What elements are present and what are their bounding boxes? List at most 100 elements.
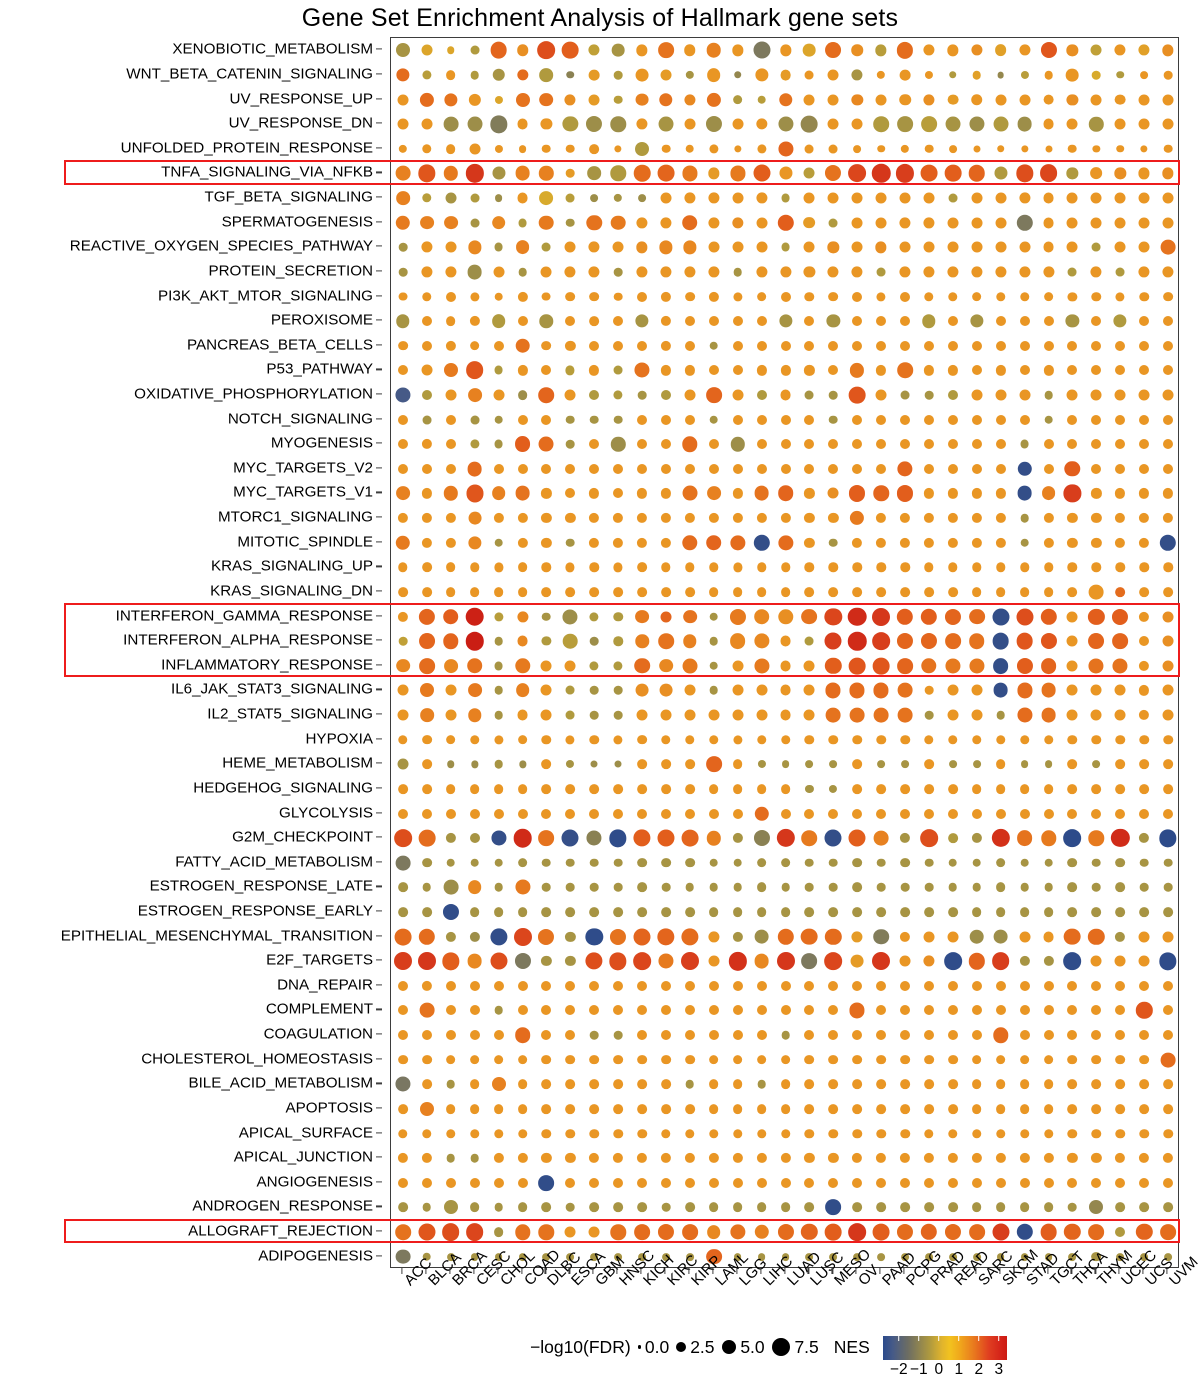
dot	[517, 587, 528, 597]
dot	[1163, 1104, 1173, 1114]
dot	[1115, 1177, 1126, 1188]
dot	[1067, 784, 1078, 794]
dot	[541, 808, 552, 819]
dot	[1092, 858, 1101, 868]
dot	[753, 164, 771, 182]
dot	[991, 952, 1010, 971]
dot	[706, 92, 721, 107]
dot	[565, 1104, 576, 1114]
dot	[493, 562, 504, 572]
dot	[824, 607, 842, 626]
dot	[1067, 340, 1078, 351]
y-tick-label: EPITHELIAL_MESENCHYMAL_TRANSITION	[60, 927, 373, 945]
dot	[780, 1054, 791, 1065]
y-tick-label: APICAL_JUNCTION	[233, 1148, 373, 1166]
dot	[709, 686, 719, 695]
dot	[396, 486, 410, 501]
dot	[613, 1054, 623, 1065]
dot	[995, 759, 1006, 770]
y-tick-label: XENOBIOTIC_METABOLISM	[172, 40, 373, 58]
dot	[852, 1128, 862, 1139]
y-axis: XENOBIOTIC_METABOLISM WNT_BETA_CATENIN_SI…	[0, 37, 382, 1268]
dot	[924, 562, 934, 573]
dot	[923, 217, 935, 229]
dot	[804, 316, 815, 327]
dot	[684, 980, 695, 991]
nes-tick	[897, 1336, 900, 1341]
dot	[660, 1153, 672, 1164]
dot	[445, 316, 456, 326]
dot	[421, 266, 433, 278]
dot	[897, 461, 913, 477]
dot	[708, 1079, 719, 1090]
dot	[443, 486, 458, 501]
dot	[969, 116, 985, 132]
dot	[804, 1054, 815, 1065]
dot	[899, 931, 911, 942]
dot	[1163, 365, 1174, 376]
dot	[589, 537, 600, 548]
dot	[517, 734, 528, 745]
dot	[947, 365, 958, 376]
dot	[944, 165, 962, 182]
dot	[684, 463, 695, 474]
x-tick-mark	[640, 1268, 642, 1274]
dot	[1067, 1128, 1078, 1139]
dot	[756, 587, 767, 597]
dot	[541, 562, 552, 573]
dot	[900, 1128, 910, 1139]
dot	[614, 145, 622, 153]
dot	[610, 165, 626, 182]
dot	[1115, 1030, 1126, 1041]
y-tick-mark	[376, 885, 382, 887]
dot	[565, 710, 575, 720]
dot	[1163, 1202, 1173, 1213]
dot	[781, 242, 790, 252]
dot	[684, 44, 696, 57]
dot	[421, 241, 433, 253]
dot	[1163, 414, 1174, 425]
dot	[708, 463, 719, 474]
dot	[705, 756, 722, 773]
dot	[613, 1005, 624, 1016]
dot	[778, 166, 793, 180]
dot	[659, 240, 673, 254]
dot	[828, 1177, 839, 1188]
dot	[613, 1128, 623, 1139]
y-tick-label: HEME_METABOLISM	[222, 754, 373, 772]
dot	[585, 952, 603, 970]
dot	[1043, 463, 1054, 474]
dot	[709, 636, 719, 646]
dot	[825, 707, 841, 723]
dot	[494, 883, 503, 892]
dot	[397, 118, 409, 130]
dot	[493, 611, 504, 622]
dot	[995, 266, 1007, 278]
dot	[465, 164, 484, 183]
x-tick-mark	[520, 1268, 523, 1274]
dot	[948, 562, 958, 573]
dot	[900, 808, 911, 819]
dot	[1043, 587, 1054, 597]
dot	[803, 94, 815, 106]
dot	[780, 784, 791, 794]
dot	[684, 808, 695, 819]
dot	[397, 758, 409, 770]
dot	[852, 316, 863, 327]
dot	[899, 1153, 911, 1164]
dot	[565, 931, 576, 942]
dot	[1067, 562, 1078, 573]
dot	[470, 858, 479, 868]
dot	[1162, 167, 1174, 180]
dot	[636, 44, 648, 56]
dot	[900, 1005, 911, 1016]
dot	[613, 686, 623, 695]
dot	[566, 858, 575, 868]
dot	[995, 217, 1007, 229]
dot	[1115, 907, 1126, 917]
dot	[1065, 314, 1080, 328]
dot	[446, 1080, 456, 1089]
dot	[636, 709, 648, 721]
dot	[467, 116, 483, 132]
dot	[1115, 1153, 1126, 1164]
